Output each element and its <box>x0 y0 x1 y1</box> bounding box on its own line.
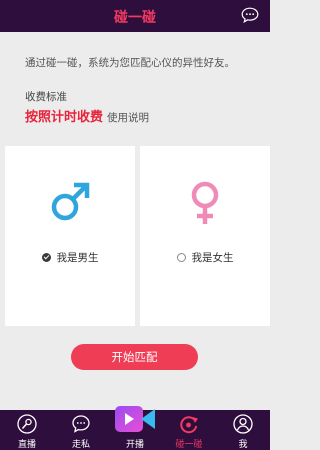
male-option-label: 我是男生 <box>56 252 99 264</box>
page-title: 碰一碰 <box>114 10 156 26</box>
fee-mode: 按照计时收费 <box>25 110 104 125</box>
tab-label: 走私 <box>71 440 90 450</box>
female-option-card[interactable]: 我是女生 <box>140 146 270 326</box>
video-camera-icon <box>115 406 155 432</box>
fee-standard-label: 收费标准 <box>25 91 67 103</box>
chat-icon <box>72 415 90 433</box>
female-option-label: 我是女生 <box>191 252 234 264</box>
intro-description: 通过碰一碰，系统为您匹配心仪的异性好友。 <box>25 57 235 69</box>
tab-me[interactable]: 我 <box>216 410 270 450</box>
tab-bump[interactable]: 碰一碰 <box>162 410 216 450</box>
usage-instructions-link[interactable]: 使用说明 <box>107 112 149 124</box>
female-option[interactable]: 我是女生 <box>140 250 270 265</box>
male-radio[interactable] <box>41 253 51 262</box>
tab-private-chat[interactable]: 走私 <box>54 410 108 450</box>
tab-label: 开播 <box>125 440 144 450</box>
bump-icon <box>180 416 198 434</box>
tab-label: 我 <box>238 440 248 450</box>
tab-label: 碰一碰 <box>175 440 203 450</box>
intro-section: 通过碰一碰，系统为您匹配心仪的异性好友。 收费标准 按照计时收费 使用说明 <box>0 32 270 146</box>
bottom-tab-bar: 直播 走私 开播 碰一碰 我 <box>0 406 270 450</box>
tab-go-live[interactable]: 开播 <box>108 406 162 450</box>
gender-selection: 我是男生 我是女生 <box>0 146 270 326</box>
app-header: 碰一碰 <box>0 0 270 32</box>
tab-label: 直播 <box>17 440 36 450</box>
chat-bubble-icon[interactable] <box>241 7 259 23</box>
start-match-button[interactable]: 开始匹配 <box>71 344 198 370</box>
male-option[interactable]: 我是男生 <box>5 250 135 265</box>
female-radio[interactable] <box>176 253 186 262</box>
male-option-card[interactable]: 我是男生 <box>5 146 135 326</box>
male-symbol-icon <box>51 182 90 221</box>
female-symbol-icon <box>191 181 219 224</box>
fee-row: 按照计时收费 使用说明 <box>25 106 149 125</box>
tab-live[interactable]: 直播 <box>0 410 54 450</box>
user-icon <box>233 414 253 434</box>
microphone-icon <box>17 414 37 434</box>
